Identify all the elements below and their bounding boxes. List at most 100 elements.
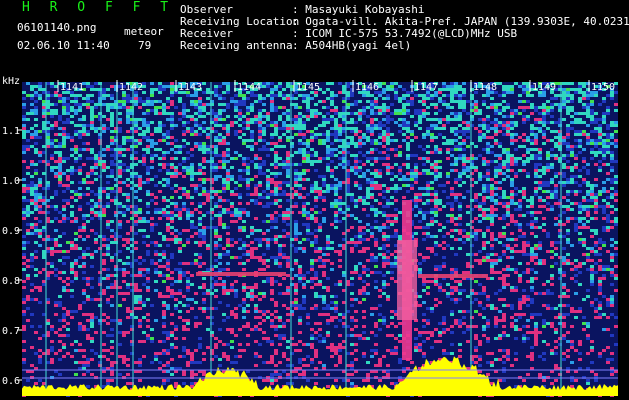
noise-cell: [370, 235, 374, 238]
noise-cell: [282, 190, 286, 193]
noise-cell: [370, 148, 374, 151]
noise-cell: [490, 160, 494, 163]
noise-cell: [106, 298, 110, 301]
noise-cell: [254, 310, 258, 313]
noise-cell: [610, 205, 614, 208]
noise-cell: [206, 244, 210, 247]
noise-cell: [454, 82, 458, 85]
noise-cell: [62, 184, 66, 187]
noise-cell: [302, 298, 306, 301]
noise-cell: [298, 172, 302, 175]
noise-cell: [190, 298, 194, 301]
noise-cell: [522, 88, 526, 91]
noise-cell: [498, 157, 502, 160]
noise-cell: [174, 214, 178, 217]
noise-cell: [238, 124, 242, 127]
noise-cell: [466, 127, 470, 130]
noise-cell: [174, 235, 178, 238]
noise-cell: [242, 286, 246, 289]
noise-cell: [122, 211, 126, 214]
noise-cell: [230, 286, 234, 289]
noise-cell: [190, 169, 194, 172]
noise-cell: [350, 166, 354, 169]
noise-cell: [386, 205, 390, 208]
noise-cell: [334, 148, 338, 151]
noise-cell: [150, 160, 154, 163]
noise-cell: [118, 103, 122, 106]
noise-cell: [198, 229, 202, 232]
noise-cell: [506, 205, 510, 208]
noise-cell: [110, 160, 114, 163]
noise-cell: [254, 187, 258, 190]
noise-cell: [474, 103, 478, 106]
noise-cell: [454, 238, 458, 241]
noise-cell: [146, 220, 150, 223]
noise-cell: [538, 259, 542, 262]
noise-cell: [82, 118, 86, 121]
noise-cell: [310, 112, 314, 115]
noise-cell: [598, 292, 602, 295]
noise-cell: [170, 148, 174, 151]
noise-cell: [434, 265, 438, 268]
noise-cell: [418, 100, 422, 103]
noise-cell: [158, 217, 162, 220]
noise-cell: [222, 226, 226, 229]
noise-cell: [426, 235, 430, 238]
noise-cell: [70, 220, 74, 223]
noise-cell: [446, 244, 450, 247]
noise-cell: [254, 217, 258, 220]
noise-cell: [246, 211, 250, 214]
noise-cell: [538, 262, 542, 265]
noise-cell: [426, 112, 430, 115]
noise-cell: [250, 121, 254, 124]
noise-cell: [378, 289, 382, 292]
noise-cell: [506, 274, 510, 277]
noise-cell: [234, 157, 238, 160]
noise-cell: [86, 148, 90, 151]
noise-cell: [62, 286, 66, 289]
noise-cell: [22, 217, 26, 220]
noise-cell: [198, 97, 202, 100]
noise-cell: [570, 88, 574, 91]
noise-cell: [562, 82, 566, 85]
noise-cell: [334, 166, 338, 169]
noise-cell: [178, 268, 182, 271]
noise-cell: [78, 106, 82, 109]
noise-cell: [506, 127, 510, 130]
noise-cell: [402, 94, 406, 97]
noise-cell: [250, 106, 254, 109]
noise-cell: [566, 193, 570, 196]
noise-cell: [90, 124, 94, 127]
noise-cell: [138, 133, 142, 136]
noise-cell: [330, 184, 334, 187]
noise-cell: [434, 304, 438, 307]
noise-cell: [534, 253, 538, 256]
noise-cell: [430, 124, 434, 127]
noise-cell: [246, 145, 250, 148]
noise-cell: [298, 178, 302, 181]
noise-cell: [250, 295, 254, 298]
noise-cell: [454, 289, 458, 292]
noise-cell: [586, 193, 590, 196]
noise-cell: [526, 88, 530, 91]
noise-cell: [382, 88, 386, 91]
noise-cell: [246, 193, 250, 196]
noise-cell: [246, 178, 250, 181]
noise-cell: [110, 163, 114, 166]
noise-cell: [546, 151, 550, 154]
noise-cell: [186, 127, 190, 130]
noise-cell: [270, 91, 274, 94]
noise-cell: [534, 154, 538, 157]
noise-cell: [22, 235, 26, 238]
noise-cell: [118, 106, 122, 109]
noise-cell: [102, 289, 106, 292]
noise-cell: [330, 133, 334, 136]
noise-cell: [238, 115, 242, 118]
noise-cell: [458, 88, 462, 91]
noise-cell: [506, 115, 510, 118]
noise-cell: [506, 154, 510, 157]
noise-cell: [526, 262, 530, 265]
noise-cell: [330, 103, 334, 106]
noise-cell: [430, 247, 434, 250]
noise-cell: [218, 262, 222, 265]
